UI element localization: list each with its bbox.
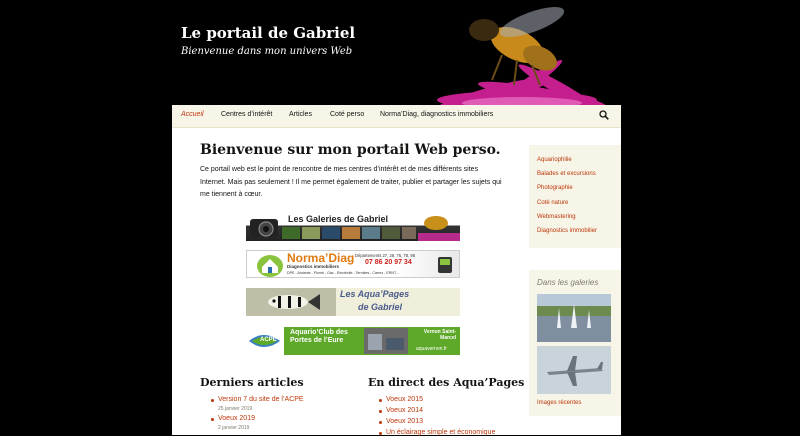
club-photo-image <box>364 328 408 354</box>
gallery-thumb-airplane[interactable] <box>537 346 611 394</box>
banner-acpe-url: aquavernon.fr <box>416 346 447 352</box>
bullet <box>379 410 382 413</box>
nav-item-articles[interactable]: Articles <box>289 111 312 118</box>
recent-post-date-2: 2 janvier 2019 <box>218 425 250 431</box>
bullet <box>379 399 382 402</box>
banner-normadiag-services: DPE - Amiante - Plomb - Gaz - Electricit… <box>287 271 399 275</box>
banner-normadiag-sub: Diagnostics immobiliers <box>287 264 340 269</box>
bullet <box>379 421 382 424</box>
aquapages-feed-title: En direct des Aqua’Pages <box>368 376 525 389</box>
nav-item-cote-perso[interactable]: Coté perso <box>330 111 364 118</box>
house-logo-icon <box>257 255 283 277</box>
bullet <box>211 399 214 402</box>
page-title: Bienvenue sur mon portail Web perso. <box>200 142 501 158</box>
sidebar-galleries: Dans les galeries Images récentes <box>529 270 621 416</box>
banner-acpe-city: Vernon Saint-Marcel <box>423 329 456 341</box>
intro-text: Ce portail web est le point de rencontre… <box>200 166 502 198</box>
recent-post-date-1: 25 janvier 2019 <box>218 406 253 412</box>
aquapages-link-3[interactable]: Voeux 2013 <box>386 418 423 425</box>
site-title[interactable]: Le portail de Gabriel <box>181 24 355 42</box>
bullet <box>211 418 214 421</box>
aquapages-link-1[interactable]: Voeux 2015 <box>386 396 423 403</box>
banner-galeries[interactable]: Les Galeries de Gabriel <box>246 213 460 241</box>
banner-aquapages[interactable]: Les Aqua’Pages de Gabriel <box>246 288 460 316</box>
sidebar-link-photographie[interactable]: Photographie <box>537 185 573 191</box>
banner-aquapages-line2: de Gabriel <box>358 302 403 312</box>
diagnostic-device-icon <box>438 257 452 273</box>
banner-acpe-logo-text: ACPE <box>260 337 277 343</box>
gallery-thumb-fountain[interactable] <box>537 294 611 342</box>
gallery-recent-images-link[interactable]: Images récentes <box>537 400 581 406</box>
aquapages-link-2[interactable]: Voeux 2014 <box>386 407 423 414</box>
sidebar-link-cote-nature[interactable]: Coté nature <box>537 200 568 206</box>
banner-normadiag-name: Norma’Diag <box>287 251 355 265</box>
fish-icon <box>246 288 336 316</box>
sidebar-link-diagnostics[interactable]: Diagnostics immobilier <box>537 228 597 234</box>
nav-item-normadiag[interactable]: Norma’Diag, diagnostics immobiliers <box>380 111 493 118</box>
banner-aquapages-line1: Les Aqua’Pages <box>340 289 410 299</box>
recent-post-link-2[interactable]: Voeux 2019 <box>218 415 255 422</box>
sidebar-categories: Aquariophilie Balades et excursions Phot… <box>529 145 621 248</box>
banner-acpe-title: Aquario’Club des Portes de l’Eure <box>290 329 348 344</box>
sidebar-link-balades[interactable]: Balades et excursions <box>537 171 596 177</box>
recent-post-link-1[interactable]: Version 7 du site de l’ACPE <box>218 396 304 403</box>
sidebar-link-aquariophilie[interactable]: Aquariophilie <box>537 157 572 163</box>
banner-normadiag[interactable]: Norma’Diag Diagnostics immobiliers DPE -… <box>246 250 460 278</box>
recent-posts-title: Derniers articles <box>200 376 304 389</box>
site-tagline: Bienvenue dans mon univers Web <box>181 46 353 57</box>
sidebar-galleries-title: Dans les galeries <box>537 278 599 287</box>
banner-acpe[interactable]: ACPE Aquario’Club des Portes de l’Eure V… <box>246 327 460 355</box>
sidebar-link-webmastering[interactable]: Webmastering <box>537 214 576 220</box>
banner-galeries-text: Les Galeries de Gabriel <box>288 214 389 224</box>
site-header: Le portail de Gabriel Bienvenue dans mon… <box>172 0 621 105</box>
nav-item-centres-interet[interactable]: Centres d’intérêt <box>221 111 272 118</box>
search-icon[interactable] <box>599 110 609 120</box>
banner-normadiag-phone: 07 86 20 97 34 <box>365 259 412 266</box>
banner-normadiag-depts: Départements 27, 28, 76, 78, 95 <box>355 253 416 258</box>
nav-item-accueil[interactable]: Accueil <box>181 111 204 118</box>
bee-on-flower-image <box>422 0 621 105</box>
main-navigation: Accueil Centres d’intérêt Articles Coté … <box>172 105 621 128</box>
